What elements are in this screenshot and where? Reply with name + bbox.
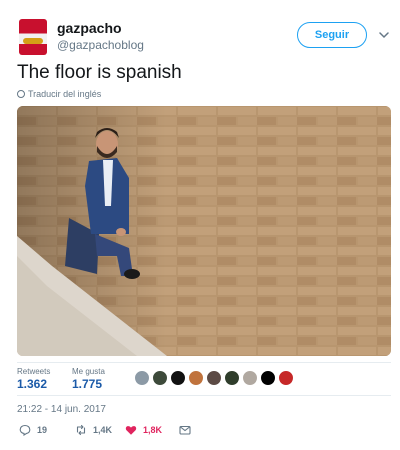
liker-avatar[interactable]	[242, 370, 258, 386]
tweet-photo[interactable]	[17, 106, 391, 356]
envelope-icon	[179, 425, 191, 435]
reply-button[interactable]: 19	[19, 424, 47, 436]
tweet-text: The floor is spanish	[17, 62, 182, 83]
retweets-count[interactable]: 1.362	[17, 377, 47, 391]
liker-avatar[interactable]	[206, 370, 222, 386]
liker-avatar[interactable]	[260, 370, 276, 386]
tweet-timestamp[interactable]: 21:22 - 14 jun. 2017	[17, 404, 106, 415]
translate-label: Traducir del inglés	[28, 89, 102, 99]
author-avatar[interactable]	[17, 17, 49, 57]
liker-avatar[interactable]	[224, 370, 240, 386]
likes-label: Me gusta	[72, 367, 105, 376]
reply-icon	[19, 424, 31, 436]
follow-button[interactable]: Seguir	[297, 22, 367, 48]
author-handle[interactable]: @gazpachoblog	[57, 38, 144, 52]
retweet-count: 1,4K	[93, 425, 113, 435]
heart-icon	[125, 426, 137, 435]
liker-avatar[interactable]	[134, 370, 150, 386]
likes-count[interactable]: 1.775	[72, 377, 102, 391]
liker-avatar[interactable]	[188, 370, 204, 386]
like-count: 1,8K	[143, 425, 163, 435]
tweet-card: gazpacho @gazpachoblog Seguir The floor …	[0, 0, 400, 450]
direct-message-button[interactable]	[179, 424, 191, 436]
retweet-button[interactable]: 1,4K	[75, 424, 112, 436]
gazpacho-can-icon	[19, 19, 47, 55]
chevron-down-icon[interactable]	[378, 29, 390, 41]
retweet-icon	[76, 424, 86, 436]
like-button[interactable]: 1,8K	[125, 424, 162, 436]
liker-avatar[interactable]	[278, 370, 294, 386]
retweets-label: Retweets	[17, 367, 51, 376]
author-name[interactable]: gazpacho	[57, 20, 122, 36]
reply-count: 19	[37, 425, 48, 435]
tweet-actions: 19 1,4K 1,8K	[17, 424, 377, 440]
tweet-stats: Retweets 1.362 Me gusta 1.775	[17, 362, 391, 396]
liker-avatar[interactable]	[152, 370, 168, 386]
translate-link[interactable]: Traducir del inglés	[17, 89, 101, 99]
photo-image	[17, 106, 391, 356]
liker-avatar[interactable]	[170, 370, 186, 386]
liker-avatars	[134, 370, 294, 386]
globe-icon	[17, 90, 25, 98]
